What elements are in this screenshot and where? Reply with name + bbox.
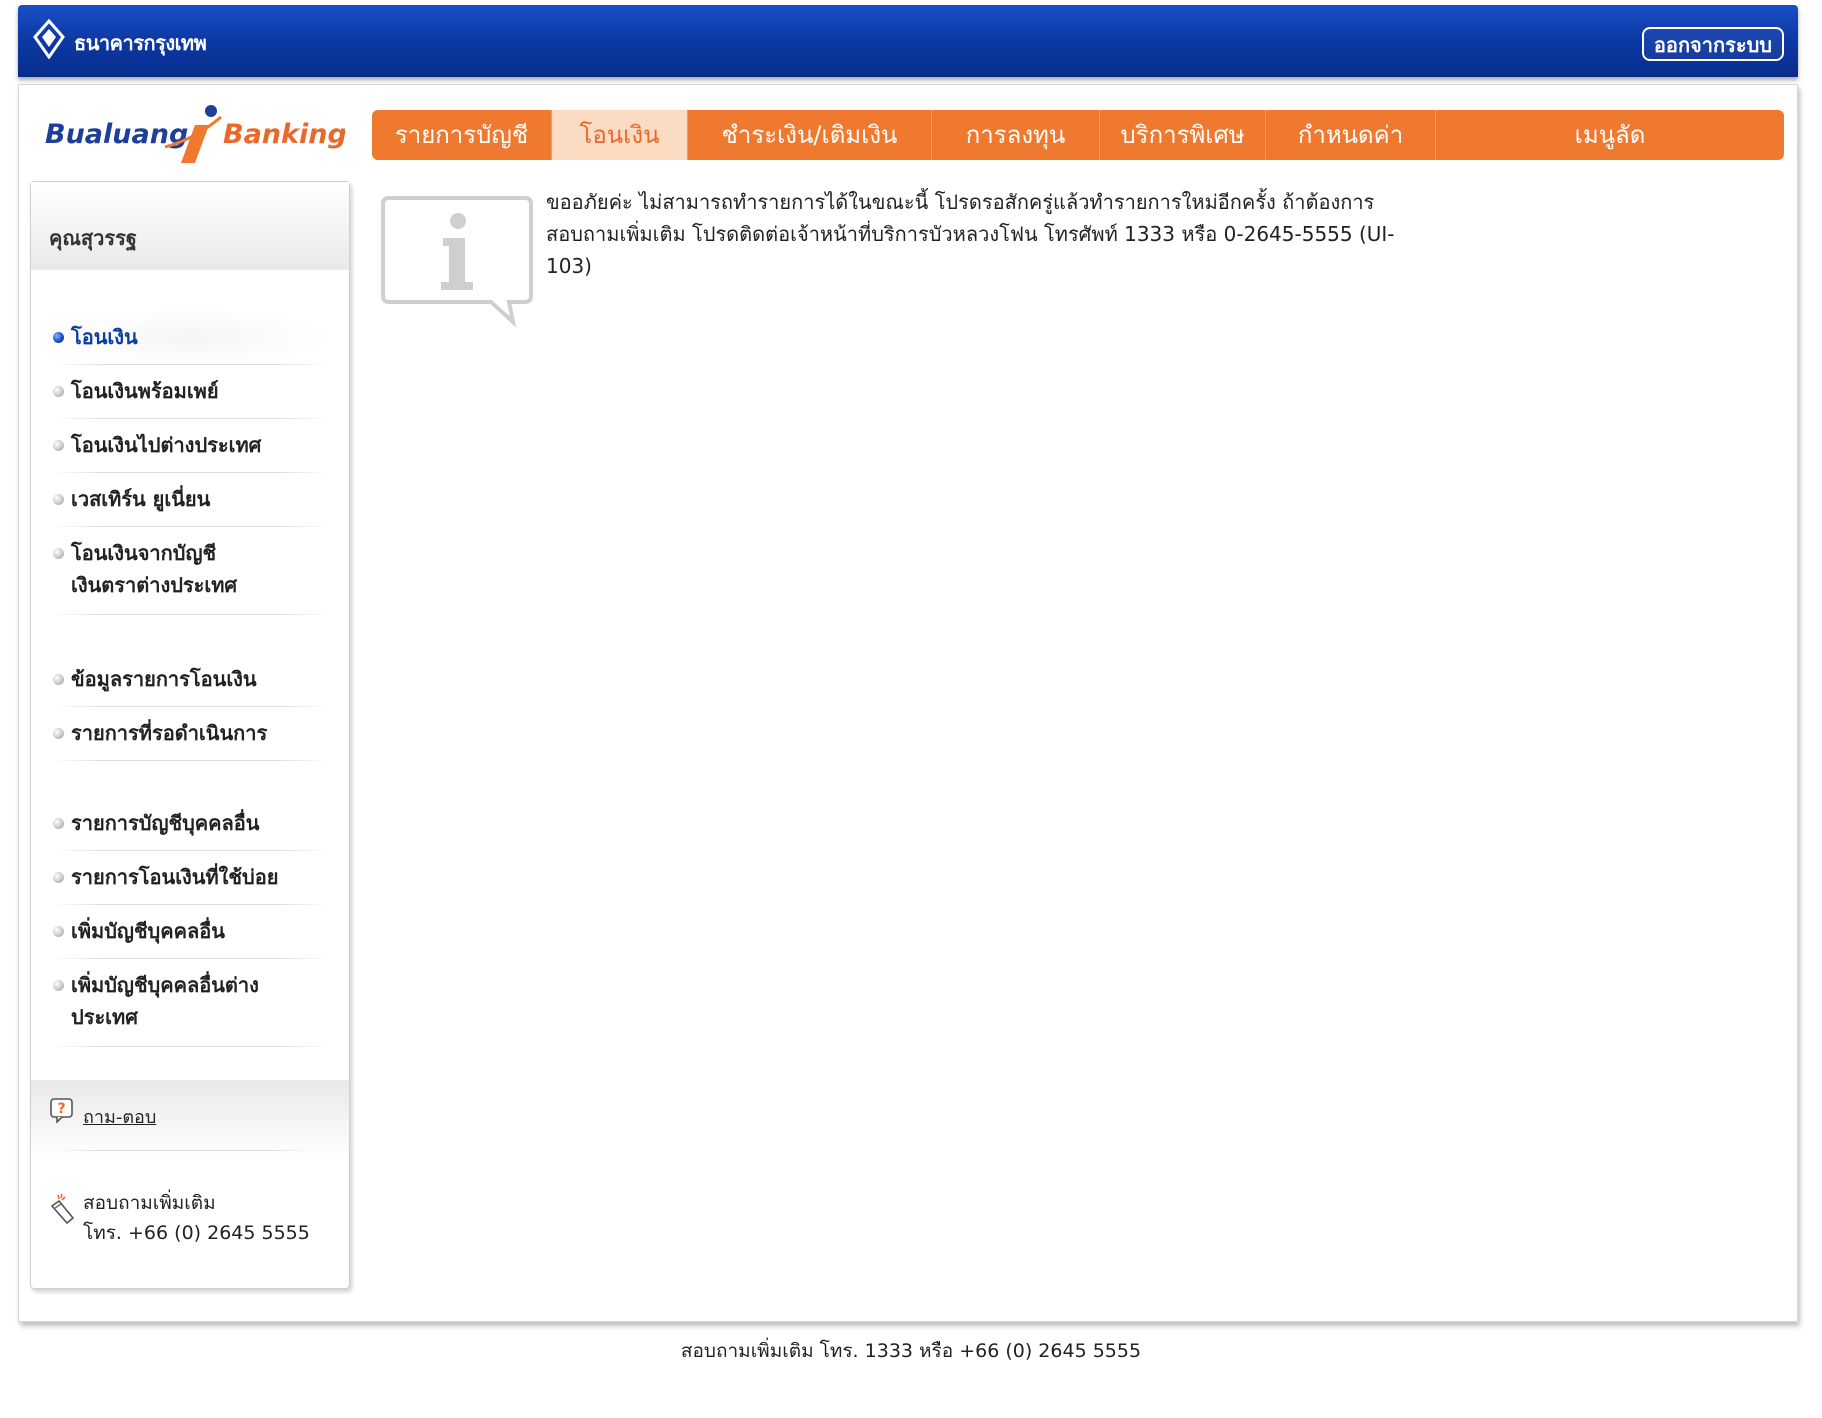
bullet-icon bbox=[53, 332, 64, 343]
divider bbox=[51, 958, 331, 959]
contact-info: สอบถามเพิ่มเติม โทร. +66 (0) 2645 5555 bbox=[83, 1188, 310, 1248]
sidebar-item-label: โอนเงิน bbox=[71, 325, 138, 349]
bualuang-ibanking-logo[interactable]: Bualuang Banking bbox=[45, 97, 347, 173]
bullet-icon bbox=[53, 386, 64, 397]
divider bbox=[51, 418, 331, 419]
bullet-icon bbox=[53, 548, 64, 559]
bullet-icon bbox=[53, 818, 64, 829]
tab-settings[interactable]: กำหนดค่า bbox=[1266, 110, 1436, 160]
qa-section bbox=[31, 1080, 349, 1158]
tab-payment-topup[interactable]: ชำระเงิน/เติมเงิน bbox=[688, 110, 932, 160]
sidebar: คุณสุวรรฐ โอนเงิน โอนเงินพร้อมเพย์ โอนเง… bbox=[30, 181, 350, 1289]
sidebar-item-favorite-transfers[interactable]: รายการโอนเงินที่ใช้บ่อย bbox=[51, 861, 331, 893]
divider bbox=[51, 706, 331, 707]
tab-special-services[interactable]: บริการพิเศษ bbox=[1100, 110, 1266, 160]
contact-phone: โทร. +66 (0) 2645 5555 bbox=[83, 1222, 310, 1244]
sidebar-item-third-party-accounts[interactable]: รายการบัญชีบุคคลอื่น bbox=[51, 807, 331, 839]
sidebar-item-label: ข้อมูลรายการโอนเงิน bbox=[71, 667, 257, 691]
tab-transfer[interactable]: โอนเงิน bbox=[552, 110, 688, 160]
sidebar-item-label: เพิ่มบัญชีบุคคลอื่นต่าง bbox=[71, 973, 259, 997]
error-message: ขออภัยค่ะ ไม่สามารถทำรายการได้ในขณะนี้ โ… bbox=[546, 186, 1446, 282]
footer-contact: สอบถามเพิ่มเติม โทร. 1333 หรือ +66 (0) 2… bbox=[680, 1340, 1142, 1362]
sidebar-item-transfer-history[interactable]: ข้อมูลรายการโอนเงิน bbox=[51, 663, 331, 695]
bullet-icon bbox=[53, 494, 64, 505]
divider bbox=[49, 1150, 319, 1151]
svg-text:?: ? bbox=[57, 1101, 65, 1117]
error-message-line: 103) bbox=[546, 254, 592, 278]
divider bbox=[51, 904, 331, 905]
sidebar-item-add-overseas-third-party[interactable]: เพิ่มบัญชีบุคคลอื่นต่าง ประเทศ bbox=[51, 969, 331, 1033]
bullet-icon bbox=[53, 980, 64, 991]
error-message-line: ขออภัยค่ะ ไม่สามารถทำรายการได้ในขณะนี้ โ… bbox=[546, 190, 1375, 214]
divider bbox=[51, 850, 331, 851]
sidebar-item-fcd-transfer[interactable]: โอนเงินจากบัญชี เงินตราต่างประเทศ bbox=[51, 537, 331, 601]
sidebar-item-label: รายการโอนเงินที่ใช้บ่อย bbox=[71, 865, 279, 889]
sidebar-item-international-transfer[interactable]: โอนเงินไปต่างประเทศ bbox=[51, 429, 331, 461]
contact-label: สอบถามเพิ่มเติม bbox=[83, 1192, 216, 1214]
phone-icon bbox=[50, 1193, 75, 1225]
bullet-icon bbox=[53, 440, 64, 451]
sidebar-item-label: รายการที่รอดำเนินการ bbox=[71, 721, 268, 745]
user-name: คุณสุวรรฐ bbox=[49, 226, 137, 250]
bank-logo[interactable]: ธนาคารกรุงเทพ bbox=[32, 19, 207, 59]
sidebar-item-label: เงินตราต่างประเทศ bbox=[71, 573, 238, 597]
divider bbox=[51, 526, 331, 527]
bullet-icon bbox=[53, 872, 64, 883]
divider bbox=[51, 614, 331, 615]
sidebar-item-label: เวสเทิร์น ยูเนี่ยน bbox=[71, 487, 211, 511]
user-box: คุณสุวรรฐ bbox=[31, 182, 349, 270]
sidebar-item-label: ประเทศ bbox=[71, 1005, 138, 1029]
question-icon: ? bbox=[50, 1098, 73, 1123]
divider bbox=[51, 364, 331, 365]
sidebar-item-label: โอนเงินไปต่างประเทศ bbox=[71, 433, 262, 457]
sidebar-item-label: โอนเงินพร้อมเพย์ bbox=[71, 379, 219, 403]
top-header: ธนาคารกรุงเทพ ออกจากระบบ bbox=[18, 5, 1798, 77]
main-frame: Bualuang Banking รายการบัญชี โอนเงิน ชำร… bbox=[18, 84, 1798, 1322]
sidebar-item-pending[interactable]: รายการที่รอดำเนินการ bbox=[51, 717, 331, 749]
sidebar-item-promptpay[interactable]: โอนเงินพร้อมเพย์ bbox=[51, 375, 331, 407]
sidebar-item-label: โอนเงินจากบัญชี bbox=[71, 541, 217, 565]
sidebar-item-transfer[interactable]: โอนเงิน bbox=[51, 321, 331, 353]
tab-shortcut-menu[interactable]: เมนูลัด bbox=[1436, 110, 1784, 160]
divider bbox=[51, 472, 331, 473]
main-nav: รายการบัญชี โอนเงิน ชำระเงิน/เติมเงิน กา… bbox=[372, 110, 1784, 160]
tab-investment[interactable]: การลงทุน bbox=[932, 110, 1100, 160]
divider bbox=[51, 1046, 331, 1047]
bank-name: ธนาคารกรุงเทพ bbox=[74, 31, 207, 55]
bullet-icon bbox=[53, 674, 64, 685]
bank-emblem-icon bbox=[33, 19, 65, 59]
sidebar-item-western-union[interactable]: เวสเทิร์น ยูเนี่ยน bbox=[51, 483, 331, 515]
qa-link[interactable]: ถาม-ตอบ bbox=[83, 1102, 156, 1131]
logo-text-right: Banking bbox=[223, 119, 345, 150]
logout-button[interactable]: ออกจากระบบ bbox=[1641, 27, 1784, 61]
info-icon bbox=[381, 196, 533, 328]
error-message-line: สอบถามเพิ่มเติม โปรดติดต่อเจ้าหน้าที่บริ… bbox=[546, 222, 1395, 246]
tab-accounts[interactable]: รายการบัญชี bbox=[372, 110, 552, 160]
bullet-icon bbox=[53, 926, 64, 937]
divider bbox=[51, 760, 331, 761]
bullet-icon bbox=[53, 728, 64, 739]
sidebar-item-label: รายการบัญชีบุคคลอื่น bbox=[71, 811, 260, 835]
sidebar-item-add-third-party[interactable]: เพิ่มบัญชีบุคคลอื่น bbox=[51, 915, 331, 947]
sidebar-item-label: เพิ่มบัญชีบุคคลอื่น bbox=[71, 919, 225, 943]
